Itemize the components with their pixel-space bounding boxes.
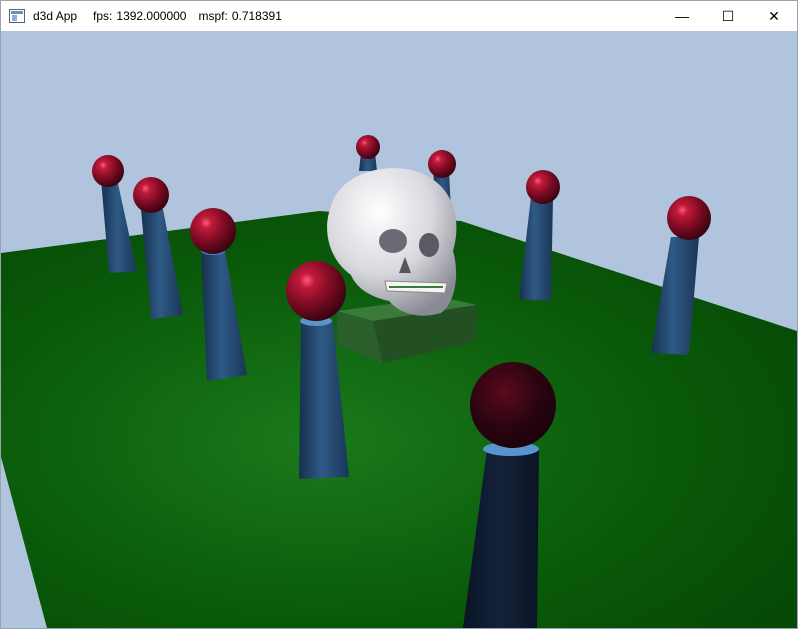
- minimize-icon: —: [675, 8, 689, 24]
- mspf-value: 0.718391: [231, 9, 282, 23]
- app-window: d3d App fps: 1392.000000 mspf: 0.718391 …: [0, 0, 798, 629]
- window-title: d3d App: [33, 9, 78, 23]
- app-icon: [9, 9, 25, 23]
- maximize-button[interactable]: ☐: [705, 1, 751, 31]
- column-back-center: [356, 135, 380, 171]
- mspf-label: mspf:: [198, 9, 228, 23]
- scene-canvas: [1, 31, 797, 628]
- close-icon: ✕: [768, 7, 780, 24]
- minimize-button[interactable]: —: [659, 1, 705, 31]
- fps-label: fps:: [93, 9, 113, 23]
- fps-value: 1392.000000: [116, 9, 187, 23]
- close-button[interactable]: ✕: [751, 1, 797, 31]
- maximize-icon: ☐: [721, 7, 735, 24]
- title-bar[interactable]: d3d App fps: 1392.000000 mspf: 0.718391 …: [1, 1, 797, 31]
- render-viewport[interactable]: [1, 31, 797, 628]
